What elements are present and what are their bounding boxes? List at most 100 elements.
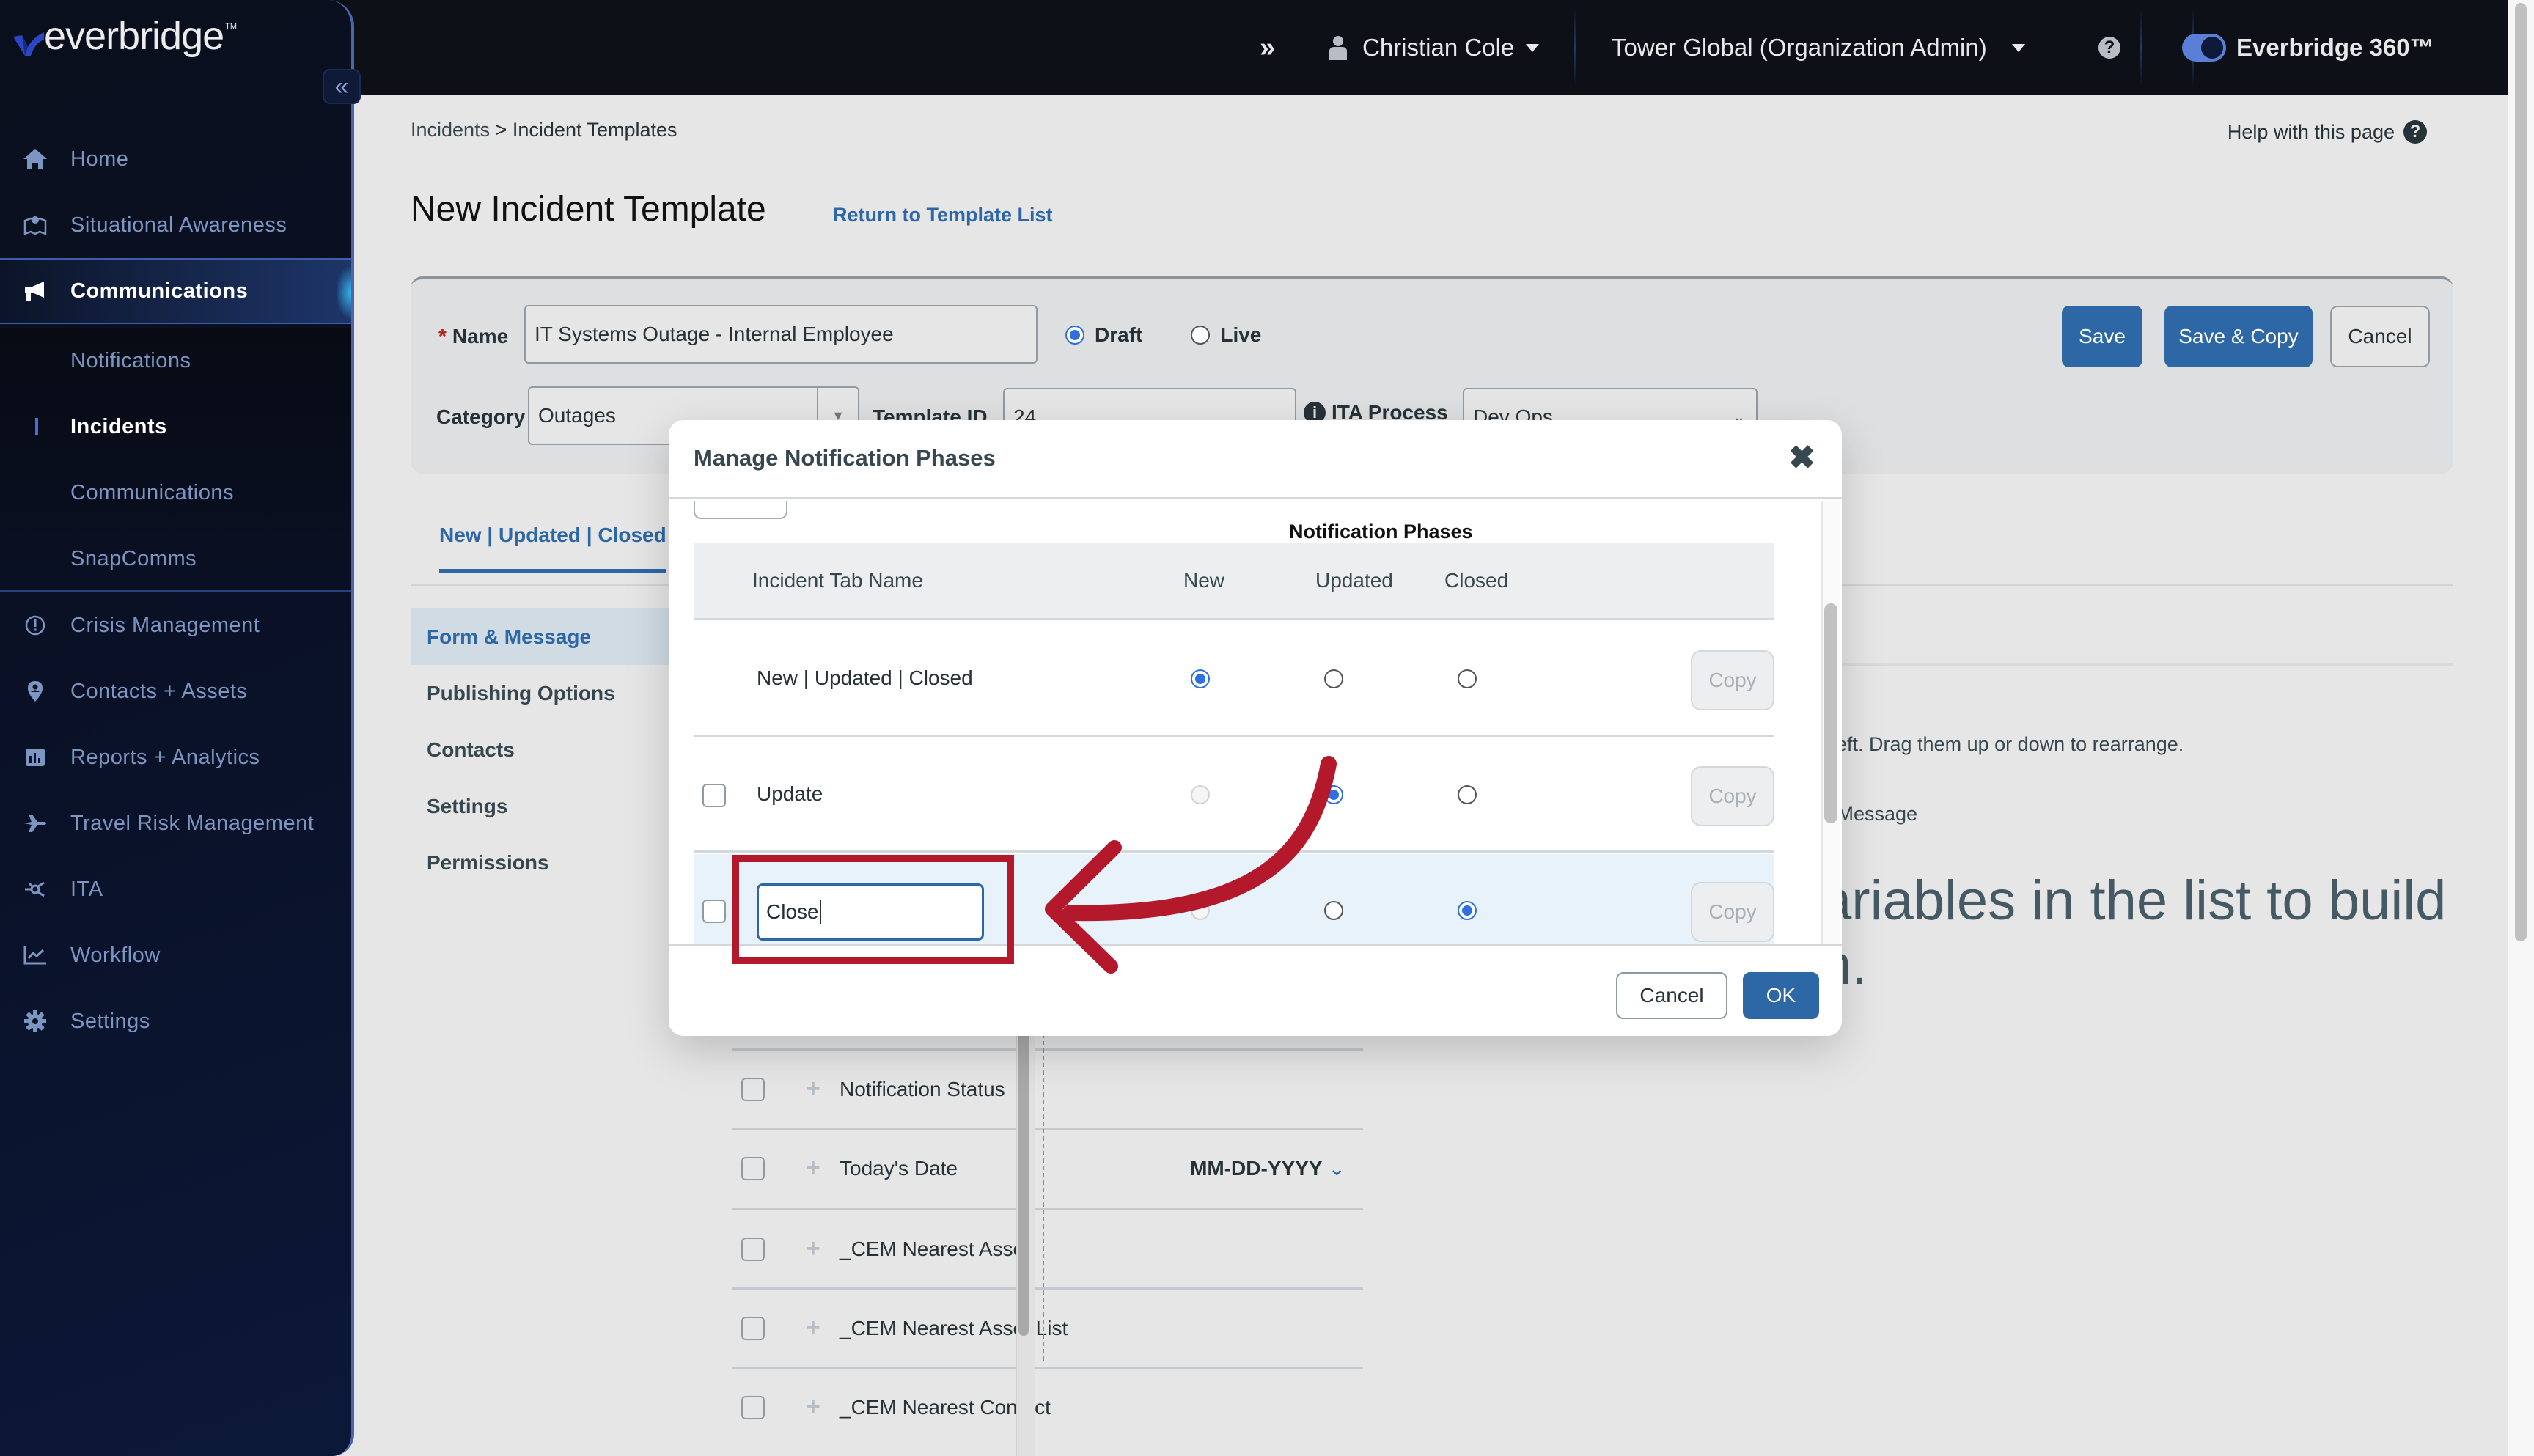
sidebar-item-label: Communications: [70, 279, 249, 303]
save-button[interactable]: Save: [2062, 306, 2142, 367]
date-format-dropdown[interactable]: MM-DD-YYYY ⌄: [1190, 1156, 1345, 1180]
variable-checkbox[interactable]: [741, 1077, 765, 1101]
close-button[interactable]: ✖: [1788, 442, 1815, 474]
breadcrumb-incidents-link[interactable]: Incidents: [411, 119, 490, 141]
everbridge-360-toggle[interactable]: Everbridge 360™: [2182, 0, 2434, 95]
live-radio[interactable]: Live: [1191, 323, 1261, 347]
column-header-closed: Closed: [1444, 569, 1509, 592]
help-button[interactable]: ?: [2098, 0, 2120, 95]
sidebar-item-label: Reports + Analytics: [70, 745, 260, 769]
row-checkbox[interactable]: [702, 900, 726, 923]
dialog-footer: Cancel OK: [669, 944, 1842, 1036]
variable-checkbox[interactable]: [741, 1156, 765, 1180]
everbridge-check-icon: [13, 32, 44, 56]
variable-row: + Today's Date MM-DD-YYYY ⌄: [732, 1128, 1363, 1207]
variable-row: + Notification Status: [732, 1048, 1363, 1128]
megaphone-icon: [22, 278, 48, 304]
variable-checkbox[interactable]: [741, 1316, 765, 1340]
phase-closed-radio[interactable]: [1458, 785, 1477, 804]
phase-new-radio: [1191, 901, 1210, 920]
phase-closed-radio[interactable]: [1458, 901, 1477, 920]
help-with-page-link[interactable]: Help with this page ?: [2228, 120, 2427, 144]
organization-menu[interactable]: Tower Global (Organization Admin): [1612, 0, 2025, 95]
breadcrumb: Incidents > Incident Templates: [411, 119, 677, 141]
variable-checkbox[interactable]: [741, 1395, 765, 1419]
sidebar-item-label: Crisis Management: [70, 613, 260, 637]
everbridge-logo[interactable]: everbridge TM: [12, 13, 237, 59]
phase-closed-radio[interactable]: [1458, 669, 1477, 688]
variable-row: + _CEM Nearest Contact: [732, 1367, 1363, 1446]
add-phase-button[interactable]: [694, 501, 787, 519]
dialog-header: Manage Notification Phases ✖: [669, 420, 1842, 499]
bar-chart-icon: [22, 744, 48, 771]
page-scrollbar[interactable]: [2508, 0, 2534, 1456]
dialog-body: Notification Phases Incident Tab Name Ne…: [669, 501, 1842, 944]
expand-button[interactable]: »: [1260, 0, 1275, 95]
save-and-copy-button[interactable]: Save & Copy: [2164, 306, 2313, 367]
plus-icon[interactable]: +: [806, 1235, 820, 1263]
table-row-editing: Close Copy: [694, 854, 1774, 944]
caret-down-icon: [2011, 43, 2025, 52]
row-checkbox[interactable]: [702, 784, 726, 807]
tab-name-input[interactable]: Close: [757, 883, 984, 941]
sidebar-item-contacts-assets[interactable]: Contacts + Assets: [0, 658, 351, 724]
variable-checkbox[interactable]: [741, 1237, 765, 1261]
draft-radio[interactable]: Draft: [1065, 323, 1142, 347]
sidebar-item-label: Notifications: [70, 348, 191, 372]
variable-row: + _CEM Nearest Asset: [732, 1208, 1363, 1287]
sidebar-item-home[interactable]: Home: [0, 126, 351, 192]
plus-icon[interactable]: +: [806, 1393, 820, 1422]
caret-down-icon: [1526, 43, 1540, 52]
sidebar-subitem-incidents[interactable]: Incidents: [0, 394, 351, 460]
dialog-scroll-thumb[interactable]: [1824, 603, 1837, 823]
dialog-cancel-button[interactable]: Cancel: [1616, 972, 1727, 1019]
sidebar-subitem-notifications[interactable]: Notifications: [0, 328, 351, 394]
logo-text: everbridge: [44, 14, 224, 58]
cancel-button[interactable]: Cancel: [2330, 306, 2430, 367]
sidebar-item-situational-awareness[interactable]: Situational Awareness: [0, 192, 351, 258]
variable-name: _CEM Nearest Asset: [840, 1237, 1030, 1260]
column-header-new: New: [1183, 569, 1225, 592]
gear-icon: [22, 1008, 48, 1034]
plus-icon[interactable]: +: [806, 1154, 820, 1183]
name-input[interactable]: IT Systems Outage - Internal Employee: [524, 305, 1038, 364]
sidebar-item-communications[interactable]: Communications: [0, 258, 351, 324]
sidebar-item-ita[interactable]: ITA: [0, 856, 351, 922]
phase-new-radio: [1191, 785, 1210, 804]
plus-icon[interactable]: +: [806, 1314, 820, 1342]
plus-icon[interactable]: +: [806, 1075, 820, 1103]
double-chevron-right-icon: »: [1260, 32, 1276, 63]
sidebar-item-reports-analytics[interactable]: Reports + Analytics: [0, 724, 351, 790]
status-radio-group: Draft Live: [1065, 323, 1310, 347]
table-row: Update Copy: [694, 738, 1774, 853]
sidebar-item-workflow[interactable]: Workflow: [0, 922, 351, 988]
sidebar-item-label: Incidents: [70, 414, 167, 438]
line-chart-icon: [22, 942, 48, 968]
phase-new-radio[interactable]: [1191, 669, 1210, 688]
help-link-label: Help with this page: [2227, 120, 2395, 143]
sidebar-subitem-communications[interactable]: Communications: [0, 460, 351, 526]
dialog-ok-button[interactable]: OK: [1743, 972, 1819, 1019]
sidebar: everbridge TM « Home Situational Awarene…: [0, 0, 361, 1456]
sidebar-item-label: Settings: [70, 1009, 150, 1033]
sidebar-item-settings[interactable]: Settings: [0, 988, 351, 1054]
category-label: Category: [436, 405, 526, 428]
tab-name: New | Updated | Closed: [757, 666, 973, 689]
copy-button[interactable]: Copy: [1691, 650, 1774, 710]
phase-updated-radio[interactable]: [1324, 901, 1343, 920]
sidebar-item-travel-risk-management[interactable]: Travel Risk Management: [0, 790, 351, 856]
page-scroll-thumb[interactable]: [2515, 3, 2527, 941]
sidebar-subitem-snapcomms[interactable]: SnapComms: [0, 526, 351, 592]
return-to-template-list-link[interactable]: Return to Template List: [833, 204, 1053, 227]
tab-new-updated-closed[interactable]: New | Updated | Closed: [439, 523, 666, 573]
copy-button[interactable]: Copy: [1691, 882, 1774, 942]
product-label: Everbridge 360™: [2236, 34, 2434, 61]
sidebar-item-label: Communications: [70, 480, 234, 504]
user-menu[interactable]: Christian Cole: [1329, 0, 1540, 95]
sidebar-item-crisis-management[interactable]: Crisis Management: [0, 592, 351, 658]
organization-name: Tower Global (Organization Admin): [1612, 34, 1987, 61]
copy-button[interactable]: Copy: [1691, 766, 1774, 826]
collapse-sidebar-button[interactable]: «: [323, 69, 361, 104]
phase-updated-radio[interactable]: [1324, 785, 1343, 804]
phase-updated-radio[interactable]: [1324, 669, 1343, 688]
